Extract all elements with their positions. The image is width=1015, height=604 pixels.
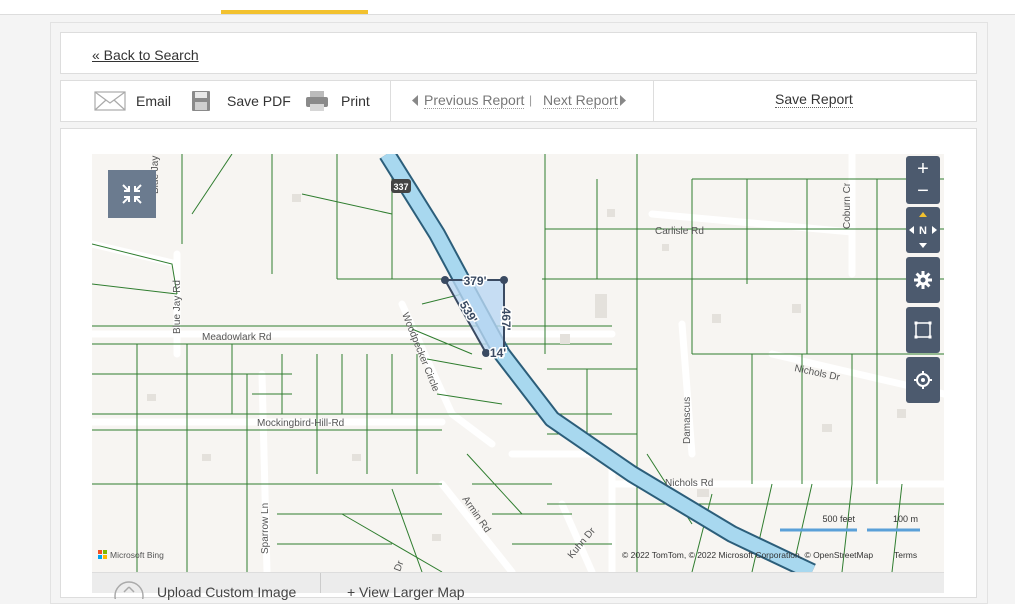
save-pdf-label: Save PDF bbox=[227, 93, 291, 109]
upload-icon bbox=[114, 581, 144, 599]
locate-button[interactable] bbox=[906, 357, 940, 403]
save-pdf-button[interactable]: Save PDF bbox=[191, 81, 291, 121]
print-label: Print bbox=[341, 93, 370, 109]
floppy-disk-icon bbox=[192, 91, 210, 111]
collapse-arrows-icon bbox=[122, 184, 142, 204]
street-mockingbird-hill-rd: Mockingbird-Hill-Rd bbox=[257, 418, 344, 429]
printer-icon bbox=[306, 91, 328, 111]
zoom-in-button[interactable]: + bbox=[917, 158, 929, 180]
measure-top: 379' bbox=[464, 274, 487, 288]
bing-logo: Microsoft Bing bbox=[98, 550, 164, 560]
back-to-search-link[interactable]: « Back to Search bbox=[92, 47, 199, 63]
back-panel: « Back to Search bbox=[60, 32, 977, 74]
expand-icon: + bbox=[347, 584, 356, 600]
report-toolbar: Email Save PDF Print Previous Report | N… bbox=[60, 80, 977, 122]
envelope-icon bbox=[94, 91, 126, 111]
compass-button[interactable]: N bbox=[906, 207, 940, 253]
street-meadowlark-rd: Meadowlark Rd bbox=[202, 332, 271, 343]
compass-icon: N bbox=[909, 212, 937, 248]
zoom-out-button[interactable]: − bbox=[917, 180, 929, 202]
previous-report-link[interactable]: Previous Report bbox=[424, 92, 525, 109]
upload-custom-image-button[interactable]: Upload Custom Image bbox=[157, 584, 296, 600]
toolbar-divider bbox=[390, 81, 391, 121]
street-nichols-rd: Nichols Rd bbox=[665, 478, 713, 489]
street-carlisle-rd: Carlisle Rd bbox=[655, 226, 704, 237]
top-nav-bar bbox=[0, 0, 1015, 15]
street-damascus: Damascus bbox=[682, 397, 693, 444]
street-blue-jay-rd: Blue Jay Rd bbox=[172, 280, 183, 334]
map-footer: Upload Custom Image + View Larger Map bbox=[92, 572, 944, 600]
footer-divider bbox=[320, 573, 321, 593]
svg-text:N: N bbox=[919, 225, 927, 237]
caret-left-icon bbox=[412, 95, 418, 106]
terms-link[interactable]: Terms bbox=[894, 550, 917, 560]
measure-bottom: 14' bbox=[490, 346, 506, 360]
save-report-button[interactable]: Save Report bbox=[775, 91, 853, 108]
caret-right-icon bbox=[620, 95, 626, 106]
gear-icon bbox=[914, 271, 932, 289]
route-shield-label: 337 bbox=[393, 182, 408, 192]
street-coburn-cr: Coburn Cr bbox=[842, 182, 853, 229]
map-settings-button[interactable] bbox=[906, 257, 940, 303]
parcel-map[interactable]: 337 379' 467' 539' 14' Blue Jay Rd Blue … bbox=[92, 154, 944, 572]
selection-box-icon bbox=[914, 321, 932, 339]
map-attribution: © 2022 TomTom, © 2022 Microsoft Corporat… bbox=[622, 550, 873, 560]
view-larger-map-button[interactable]: View Larger Map bbox=[359, 584, 465, 600]
buildings-layer bbox=[147, 194, 906, 541]
zoom-controls: + − bbox=[906, 156, 940, 204]
crosshair-icon bbox=[914, 371, 932, 389]
scale-feet-label: 500 feet bbox=[822, 514, 855, 524]
scale-bar: 500 feet 100 m bbox=[780, 514, 920, 532]
toolbar-divider-2 bbox=[653, 81, 654, 121]
street-dr: Dr bbox=[392, 559, 406, 572]
print-button[interactable]: Print bbox=[305, 81, 370, 121]
email-button[interactable]: Email bbox=[94, 81, 171, 121]
scale-meters-label: 100 m bbox=[893, 514, 918, 524]
draw-selection-button[interactable] bbox=[906, 307, 940, 353]
measure-right: 467' bbox=[499, 308, 513, 331]
street-woodpecker-circle: Woodpecker Circle bbox=[399, 311, 441, 394]
svg-text:Microsoft Bing: Microsoft Bing bbox=[110, 550, 164, 560]
nav-separator: | bbox=[529, 93, 533, 107]
collapse-map-button[interactable] bbox=[108, 170, 156, 218]
email-label: Email bbox=[136, 93, 172, 109]
next-report-link[interactable]: Next Report bbox=[543, 92, 618, 109]
map-canvas: 337 379' 467' 539' 14' Blue Jay Rd Blue … bbox=[92, 154, 944, 572]
street-sparrow-ln: Sparrow Ln bbox=[260, 503, 271, 554]
active-tab-indicator bbox=[221, 10, 368, 14]
